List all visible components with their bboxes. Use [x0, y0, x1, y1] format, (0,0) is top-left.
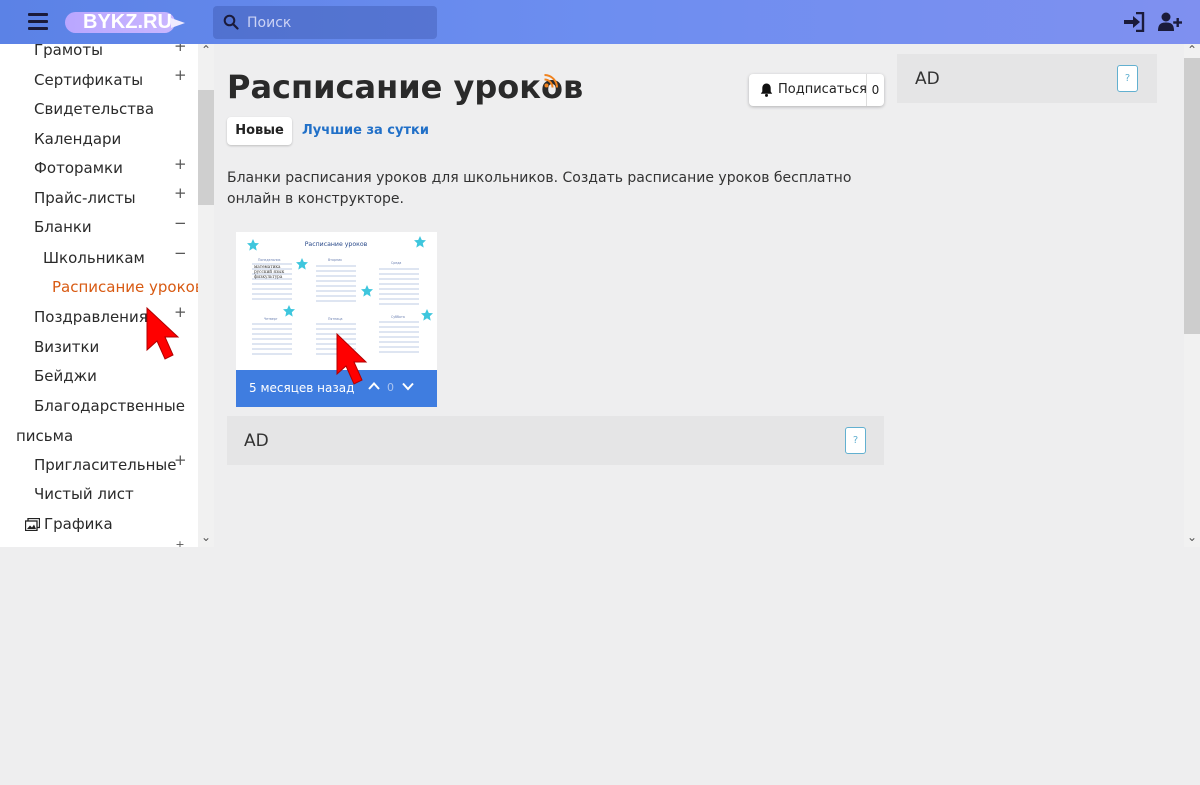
collapse-toggle[interactable]: − — [174, 214, 187, 232]
subscribe-count: 0 — [866, 74, 884, 106]
template-card[interactable]: Расписание уроков Понедельник Вторник Ср… — [236, 232, 437, 407]
menu-icon[interactable] — [28, 13, 48, 31]
thumb-day: Вторник — [328, 258, 342, 262]
sidebar-item-gramoty[interactable]: Грамоты — [34, 44, 103, 59]
top-bar: BYKZ.RU — [0, 0, 1200, 44]
subscribe-widget: Подписаться 0 — [749, 74, 884, 106]
star-icon — [296, 258, 308, 270]
sidebar-item-fotoramki[interactable]: Фоторамки — [34, 159, 123, 177]
search-box[interactable] — [213, 6, 437, 39]
subscribe-button[interactable]: Подписаться — [749, 74, 867, 106]
thumb-day: Среда — [391, 261, 401, 265]
search-input[interactable] — [247, 12, 427, 34]
sidebar-item-blanki[interactable]: Бланки — [34, 218, 92, 236]
ad-help-button[interactable]: ? — [1117, 65, 1138, 92]
star-icon — [421, 309, 433, 321]
expand-toggle[interactable]: + — [174, 155, 187, 173]
sidebar-scroll-thumb[interactable] — [198, 90, 214, 205]
star-icon — [361, 285, 373, 297]
page-scroll-thumb[interactable] — [1184, 58, 1200, 334]
expand-toggle[interactable]: + — [174, 451, 187, 469]
sidebar-item-svidetelstva[interactable]: Свидетельства — [34, 100, 154, 118]
page-scrollbar[interactable]: ⌃ ⌄ — [1184, 43, 1200, 547]
scroll-up-arrow[interactable]: ⌃ — [198, 44, 214, 57]
sidebar-scrollbar[interactable]: ⌃ ⌄ — [198, 44, 214, 547]
thumb-day: Понедельник — [258, 258, 281, 262]
sidebar-item-pozdravleniya[interactable]: Поздравления — [34, 308, 148, 326]
expand-toggle[interactable]: + — [174, 184, 187, 202]
thumb-day: Четверг — [264, 317, 278, 321]
sidebar-item-prais-listy[interactable]: Прайс-листы — [34, 189, 136, 207]
vote-count: 0 — [387, 381, 394, 394]
ad-label: AD — [915, 69, 940, 89]
star-icon — [414, 236, 426, 248]
ad-label: AD — [244, 431, 269, 451]
bell-icon — [760, 83, 773, 97]
subscribe-label: Подписаться — [778, 82, 867, 97]
tab-best-of-day[interactable]: Лучшие за сутки — [302, 123, 429, 138]
collapse-toggle[interactable]: − — [174, 244, 187, 262]
template-thumbnail[interactable]: Расписание уроков Понедельник Вторник Ср… — [236, 232, 437, 370]
search-icon — [223, 14, 239, 30]
tab-new[interactable]: Новые — [227, 117, 292, 145]
thumb-subject: физкультура — [254, 274, 283, 279]
sidebar-item-raspisanie-urokov[interactable]: Расписание уроков — [52, 278, 204, 296]
expand-toggle[interactable]: + — [174, 303, 187, 321]
user-add-icon[interactable] — [1158, 12, 1182, 32]
sidebar: Грамоты + Сертификаты + Свидетельства Ка… — [0, 44, 214, 547]
sidebar-item-blagodarstvennye[interactable]: Благодарственные — [34, 397, 185, 415]
card-date: 5 месяцев назад — [249, 381, 355, 395]
logo-text: BYKZ.RU — [83, 11, 172, 33]
images-icon — [25, 518, 40, 531]
sidebar-item-blagodarstvennye-wrap[interactable]: письма — [16, 427, 73, 445]
scroll-down-arrow[interactable]: ⌄ — [1184, 530, 1200, 544]
sidebar-item-grafika[interactable]: Графика — [44, 515, 113, 533]
star-icon — [247, 239, 259, 251]
logo-tip — [171, 18, 185, 28]
thumb-day: Суббота — [391, 315, 405, 319]
expand-toggle[interactable]: + — [174, 66, 187, 84]
category-description: Бланки расписания уроков для школьников.… — [227, 170, 852, 207]
logo[interactable]: BYKZ.RU — [65, 11, 187, 33]
scroll-up-arrow[interactable]: ⌃ — [1184, 43, 1200, 57]
expand-toggle[interactable]: + — [174, 44, 187, 55]
chevron-up-icon[interactable] — [367, 379, 381, 393]
ad-banner-right[interactable]: AD ? — [897, 54, 1157, 103]
chevron-down-icon[interactable] — [401, 379, 415, 393]
ad-help-button[interactable]: ? — [845, 427, 866, 454]
sidebar-item-chistyi-list[interactable]: Чистый лист — [34, 485, 134, 503]
thumb-title: Расписание уроков — [305, 241, 368, 248]
sidebar-item-sertifikaty[interactable]: Сертификаты — [34, 71, 143, 89]
page-title: Расписание уроков — [227, 68, 584, 106]
sidebar-item-shkolnikam[interactable]: Школьникам — [43, 249, 145, 267]
sidebar-item-priglasitelnye[interactable]: Пригласительные — [34, 456, 176, 474]
thumb-day: Пятница — [328, 317, 342, 321]
scroll-down-arrow[interactable]: ⌄ — [198, 530, 214, 544]
sidebar-item-beidzhi[interactable]: Бейджи — [34, 367, 97, 385]
star-icon — [283, 305, 295, 317]
rss-icon[interactable] — [544, 74, 558, 88]
sidebar-item-kalendari[interactable]: Календари — [34, 130, 121, 148]
timetable-preview: Расписание уроков Понедельник Вторник Ср… — [247, 236, 433, 355]
ad-banner-main[interactable]: AD ? — [227, 416, 884, 465]
sidebar-item-vizitki[interactable]: Визитки — [34, 338, 99, 356]
expand-toggle[interactable]: + — [174, 538, 186, 547]
login-icon[interactable] — [1123, 12, 1145, 32]
card-footer: 5 месяцев назад 0 — [236, 370, 437, 407]
